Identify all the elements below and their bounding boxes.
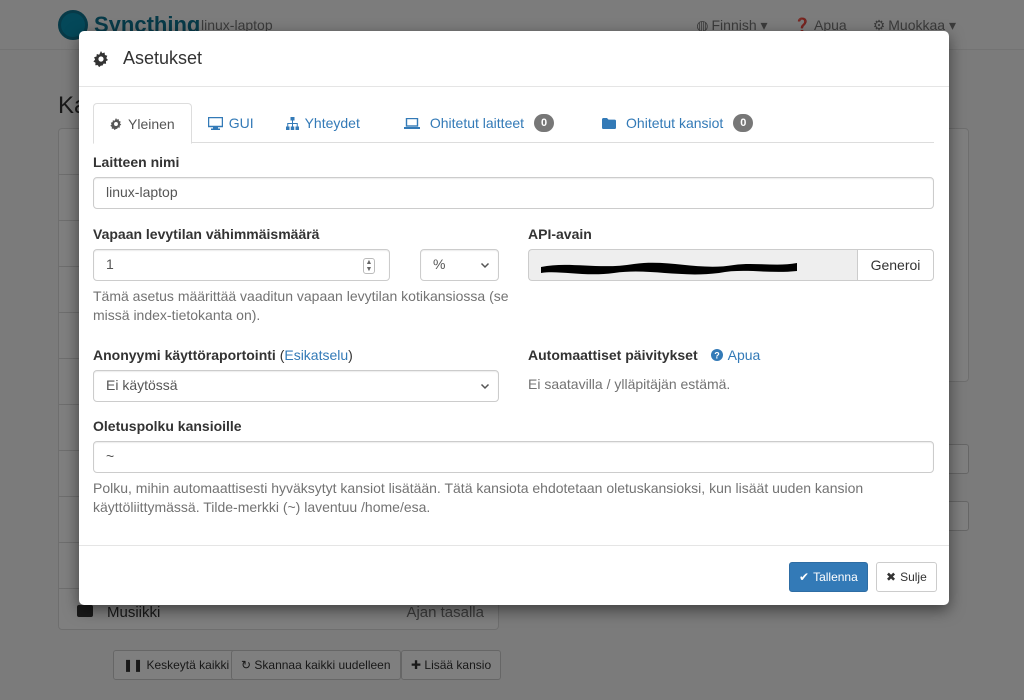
- ignored-devices-count-badge: 0: [534, 114, 555, 132]
- save-button[interactable]: ✔ Tallenna: [789, 562, 868, 592]
- tab-gui[interactable]: GUI: [192, 103, 270, 143]
- save-label: Tallenna: [813, 570, 858, 584]
- default-folder-path-label: Oletuspolku kansioille: [93, 418, 242, 434]
- close-icon: ✖: [886, 570, 897, 584]
- tab-general[interactable]: Yleinen: [93, 103, 192, 144]
- help-link[interactable]: ? Apua: [710, 347, 761, 363]
- check-icon: ✔: [799, 570, 810, 584]
- chevron-down-icon: [480, 262, 490, 269]
- generate-api-key-button[interactable]: Generoi: [857, 249, 934, 281]
- api-key-label: API-avain: [528, 226, 592, 242]
- device-name-input[interactable]: linux-laptop: [93, 177, 934, 209]
- min-disk-free-unit-value: %: [433, 256, 446, 272]
- min-disk-free-value: 1: [106, 256, 114, 272]
- svg-text:?: ?: [714, 350, 720, 360]
- default-folder-path-help: Polku, mihin automaattisesti hyväksytyt …: [93, 480, 864, 515]
- min-disk-free-unit-select[interactable]: %: [420, 249, 499, 281]
- min-disk-free-help: Tämä asetus määrittää vaaditun vapaan le…: [93, 288, 509, 323]
- desktop-icon: [207, 116, 223, 130]
- tab-ignored-devices[interactable]: Ohitetut laitteet 0: [376, 103, 570, 143]
- device-name-label: Laitteen nimi: [93, 154, 180, 170]
- auto-upgrades-label-text: Automaattiset päivitykset: [528, 347, 698, 363]
- gear-icon: [93, 50, 108, 67]
- redaction-mark-icon: [541, 262, 797, 275]
- ignored-folders-count-badge: 0: [733, 114, 754, 132]
- default-folder-path-value: ~: [106, 448, 115, 464]
- modal-header: Asetukset: [79, 31, 949, 87]
- close-button[interactable]: ✖ Sulje: [876, 562, 937, 592]
- tab-ignored-folders-label: Ohitetut kansiot: [626, 115, 724, 131]
- modal-title: Asetukset: [123, 48, 203, 68]
- usage-reporting-value: Ei käytössä: [106, 377, 178, 393]
- usage-reporting-label: Anonyymi käyttöraportointi (Esikatselu): [93, 347, 353, 363]
- laptop-icon: [403, 117, 420, 129]
- settings-dialog: Asetukset Yleinen GUI Yhteydet Ohitetut …: [79, 31, 949, 605]
- tab-general-label: Yleinen: [128, 115, 175, 132]
- tab-connections[interactable]: Yhteydet: [270, 103, 376, 143]
- usage-reporting-select[interactable]: Ei käytössä: [93, 370, 499, 402]
- modal-footer: ✔ Tallenna ✖ Sulje: [79, 545, 949, 605]
- tab-gui-label: GUI: [228, 115, 254, 131]
- tab-connections-label: Yhteydet: [304, 115, 360, 131]
- sitemap-icon: [285, 116, 299, 130]
- question-circle-icon: ?: [710, 349, 723, 361]
- chevron-down-icon: [480, 383, 490, 390]
- settings-tabs: Yleinen GUI Yhteydet Ohitetut laitteet 0…: [93, 103, 934, 144]
- help-link-label: Apua: [727, 347, 761, 363]
- tab-ignored-devices-label: Ohitetut laitteet: [429, 115, 525, 131]
- default-folder-path-input[interactable]: ~: [93, 441, 934, 473]
- usage-reporting-label-text: Anonyymi käyttöraportointi: [93, 347, 276, 363]
- usage-preview-link[interactable]: Esikatselu: [284, 347, 348, 363]
- min-disk-free-input[interactable]: 1 ▲ ▼: [93, 249, 390, 281]
- folder-icon: [602, 117, 617, 129]
- gear-icon: [110, 117, 122, 130]
- min-disk-free-label: Vapaan levytilan vähimmäismäärä: [93, 226, 320, 242]
- auto-upgrades-status: Ei saatavilla / ylläpitäjän estämä.: [528, 376, 731, 392]
- api-key-field[interactable]: [528, 249, 857, 281]
- tab-ignored-folders[interactable]: Ohitetut kansiot 0: [570, 103, 769, 143]
- device-name-value: linux-laptop: [106, 184, 178, 200]
- number-spinner-icon[interactable]: ▲ ▼: [363, 258, 375, 274]
- auto-upgrades-label: Automaattiset päivitykset ? Apua: [528, 347, 760, 363]
- close-label: Sulje: [900, 570, 927, 584]
